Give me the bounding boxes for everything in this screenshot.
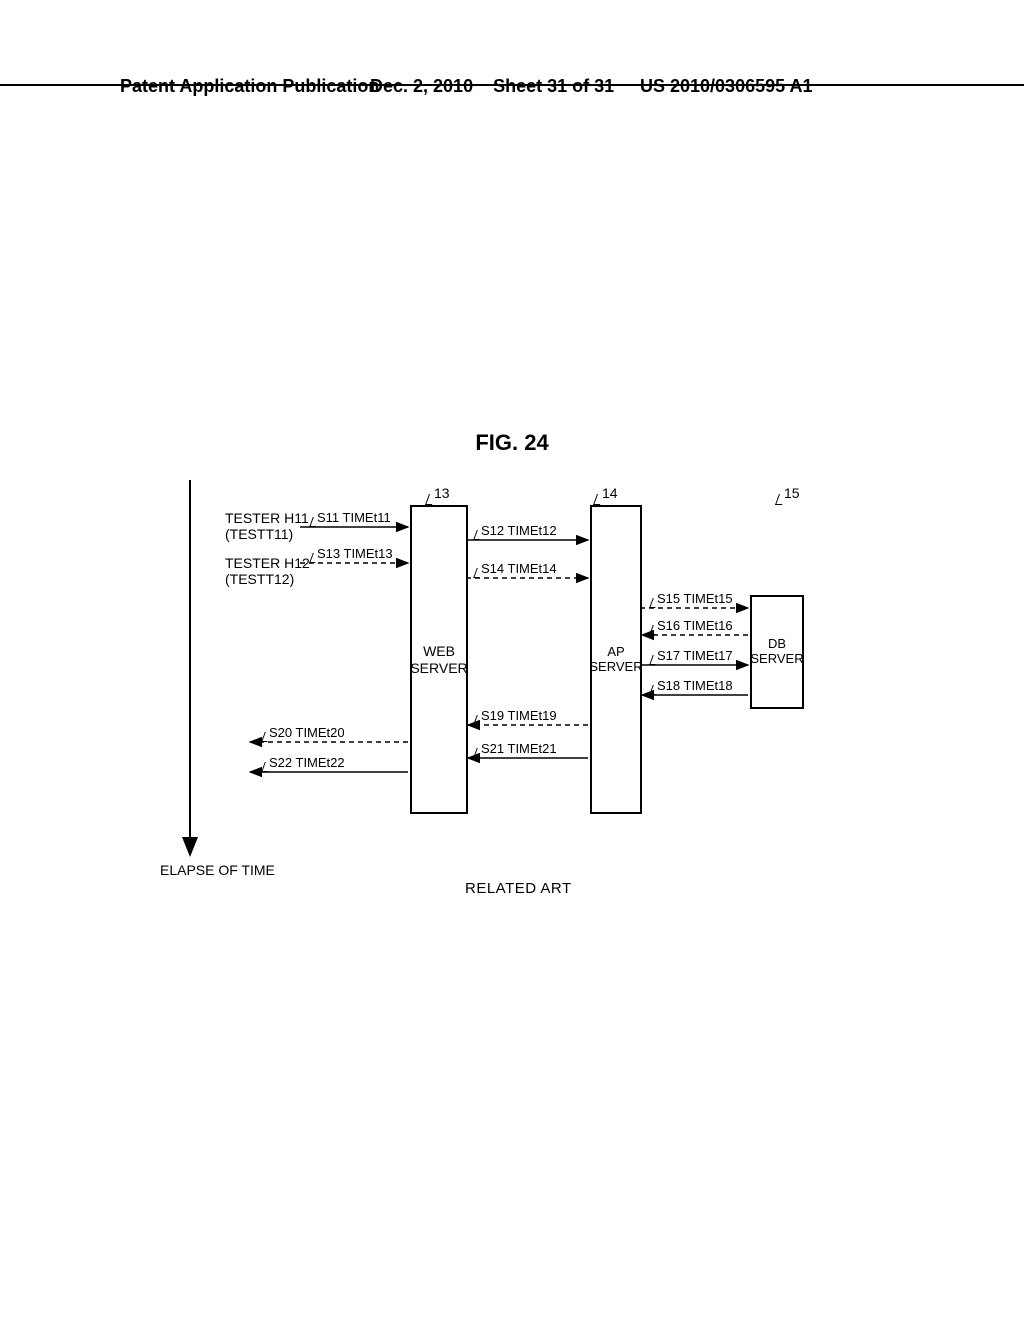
related-art-label: RELATED ART xyxy=(465,880,572,897)
msg-s12: S12 TIMEt12 xyxy=(481,523,557,538)
msg-s18: S18 TIMEt18 xyxy=(657,678,733,693)
header-pubnum: US 2010/0306595 A1 xyxy=(640,76,812,97)
msg-s21: S21 TIMEt21 xyxy=(481,741,557,756)
elapse-of-time-label: ELAPSE OF TIME xyxy=(160,862,275,878)
msg-s19: S19 TIMEt19 xyxy=(481,708,557,723)
msg-s20: S20 TIMEt20 xyxy=(269,725,345,740)
page-header: Patent Application Publication Dec. 2, 2… xyxy=(0,80,1024,86)
header-sheet: Sheet 31 of 31 xyxy=(493,76,614,96)
msg-s11: S11 TIMEt11 xyxy=(317,510,391,525)
sequence-diagram: ELAPSE OF TIME RELATED ART 13 14 15 WEB … xyxy=(185,480,855,900)
figure-title: FIG. 24 xyxy=(475,430,548,456)
header-date-sheet: Dec. 2, 2010 Sheet 31 of 31 xyxy=(370,76,614,97)
page: Patent Application Publication Dec. 2, 2… xyxy=(0,0,1024,1320)
msg-s22: S22 TIMEt22 xyxy=(269,755,345,770)
msg-s16: S16 TIMEt16 xyxy=(657,618,733,633)
msg-s17: S17 TIMEt17 xyxy=(657,648,733,663)
msg-s13: S13 TIMEt13 xyxy=(317,546,393,561)
header-date: Dec. 2, 2010 xyxy=(370,76,473,96)
header-publication: Patent Application Publication xyxy=(120,76,379,97)
msg-s14: S14 TIMEt14 xyxy=(481,561,557,576)
msg-s15: S15 TIMEt15 xyxy=(657,591,733,606)
